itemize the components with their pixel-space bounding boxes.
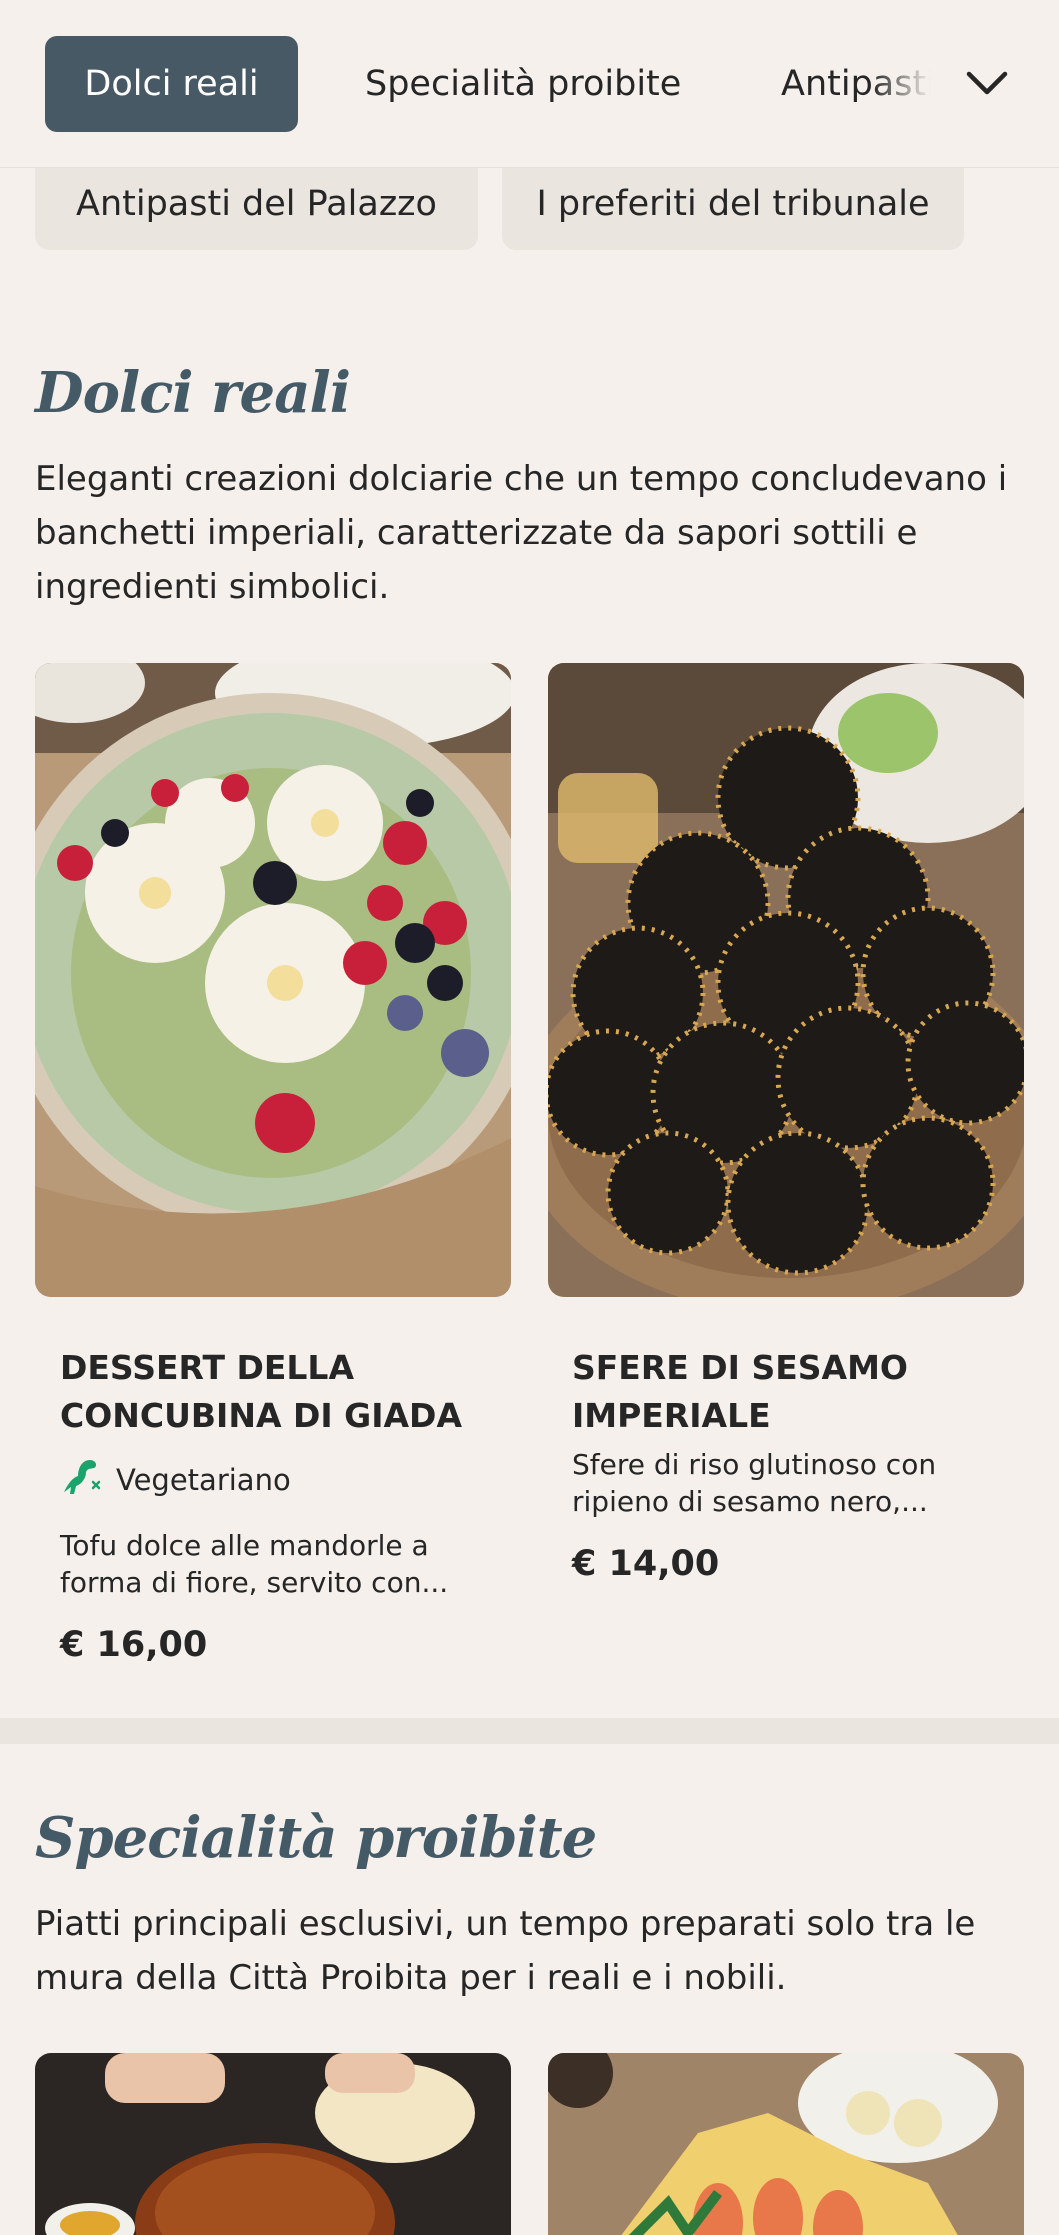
tab-specialita-proibite[interactable]: Specialità proibite <box>365 36 681 132</box>
category-nav: Dolci reali Specialità proibite Antipast… <box>0 0 1059 168</box>
dish-price: € 16,00 <box>60 1625 208 1665</box>
section-divider <box>0 1718 1059 1744</box>
dish-image-shrimp[interactable] <box>548 2053 1024 2235</box>
dish-description: Sfere di riso glutinoso con ripieno di s… <box>572 1448 937 1518</box>
section-description: Piatti principali esclusivi, un tempo pr… <box>35 1904 976 1998</box>
dish-description: Tofu dolce alle mandorle a forma di fior… <box>60 1529 449 1599</box>
dish-name[interactable]: Dessert della Concubina di Giada <box>60 1344 500 1440</box>
dish-image-roast-duck[interactable] <box>35 2053 511 2235</box>
dish-price: € 14,00 <box>572 1544 720 1584</box>
badge-label: Vegetariano <box>116 1462 291 1497</box>
dinosaur-icon <box>60 1456 102 1503</box>
section-description: Eleganti creazioni dolciarie che un temp… <box>35 459 1008 607</box>
section-title: Specialità proibite <box>35 1805 597 1871</box>
chevron-down-icon[interactable] <box>958 58 1016 110</box>
tab-dolci-reali[interactable]: Dolci reali <box>45 36 298 132</box>
dish-image-sesame-balls[interactable] <box>548 663 1024 1297</box>
tab-antipasti[interactable]: Antipasti del Palazzo <box>781 36 931 132</box>
vegetarian-badge: Vegetariano <box>60 1456 291 1503</box>
dish-image-jade-dessert[interactable] <box>35 663 511 1297</box>
dish-name[interactable]: Sfere di sesamo imperiale <box>572 1344 1012 1440</box>
section-title: Dolci reali <box>35 360 351 426</box>
